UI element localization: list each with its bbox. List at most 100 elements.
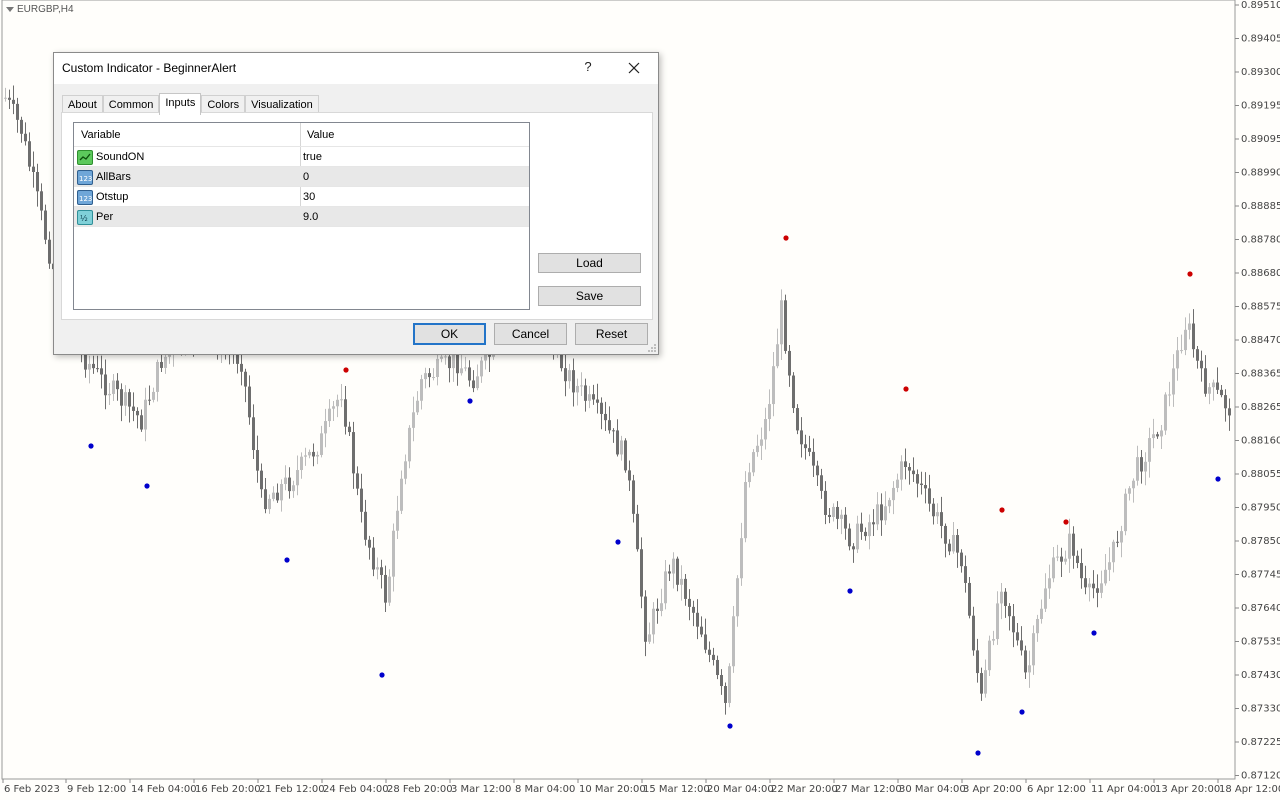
candle-body (804, 444, 807, 449)
candle-body (128, 392, 131, 407)
candle-body (636, 513, 639, 550)
candle-body (768, 404, 771, 420)
candle-body (928, 488, 931, 504)
help-button[interactable]: ? (582, 59, 594, 74)
input-row-otstup[interactable]: 123 Otstup 30 (74, 186, 529, 207)
price-label: 0.88265 (1241, 402, 1280, 413)
variable-value[interactable]: true (303, 151, 322, 163)
candle-body (836, 506, 839, 519)
candle-body (44, 210, 47, 240)
date-label: 20 Mar 04:00 (707, 784, 774, 795)
header-value[interactable]: Value (307, 129, 334, 141)
candle-body (980, 673, 983, 694)
candle-body (244, 371, 247, 387)
date-label: 10 Mar 20:00 (579, 784, 646, 795)
variable-value[interactable]: 9.0 (303, 211, 318, 223)
candle-body (396, 510, 399, 531)
candle-body (672, 558, 675, 574)
candle-body (384, 574, 387, 603)
candle-body (852, 546, 855, 550)
inputs-grid[interactable]: Variable Value SoundON true 123 AllBars … (73, 122, 530, 310)
candle-body (1200, 360, 1203, 369)
save-button[interactable]: Save (538, 286, 641, 306)
reset-button[interactable]: Reset (575, 323, 648, 345)
svg-text:½: ½ (80, 214, 88, 223)
close-button[interactable] (622, 57, 646, 79)
price-label: 0.89510 (1241, 0, 1280, 11)
candle-body (1040, 608, 1043, 619)
candle-body (132, 406, 135, 411)
candle-body (576, 385, 579, 393)
candle-body (968, 582, 971, 616)
candle-body (1160, 430, 1163, 437)
candle-body (988, 640, 991, 671)
candle-body (20, 119, 23, 134)
date-label: 11 Apr 04:00 (1091, 784, 1156, 795)
integer-icon: 123 (77, 170, 93, 185)
candle-body (1004, 591, 1007, 606)
price-label: 0.87330 (1241, 704, 1280, 715)
candle-body (1112, 541, 1115, 563)
variable-value[interactable]: 0 (303, 171, 309, 183)
date-label: 6 Apr 12:00 (1027, 784, 1086, 795)
candle-body (656, 608, 659, 612)
candle-body (1212, 382, 1215, 388)
candle-body (12, 99, 15, 104)
candle-body (400, 478, 403, 511)
chart-symbol-label[interactable]: EURGBP,H4 (6, 4, 74, 15)
buy-alert-dot (615, 539, 621, 545)
buy-alert-dot (1019, 709, 1025, 715)
candle-body (376, 567, 379, 570)
candle-body (104, 374, 107, 396)
candle-body (440, 356, 443, 359)
candle-body (372, 547, 375, 570)
dialog-titlebar[interactable]: Custom Indicator - BeginnerAlert ? (54, 53, 658, 84)
candle-body (144, 399, 147, 430)
candle-body (356, 473, 359, 489)
date-label: 6 Feb 2023 (4, 784, 60, 795)
candle-body (28, 141, 31, 167)
candle-body (792, 375, 795, 409)
candle-body (772, 366, 775, 405)
candle-body (1176, 350, 1179, 369)
price-label: 0.87430 (1241, 670, 1280, 681)
input-row-allbars[interactable]: 123 AllBars 0 (74, 166, 529, 187)
candle-body (720, 675, 723, 687)
inputs-panel: Variable Value SoundON true 123 AllBars … (61, 112, 653, 320)
candle-body (1032, 633, 1035, 666)
input-row-soundon[interactable]: SoundON true (74, 146, 529, 167)
input-row-per[interactable]: ½ Per 9.0 (74, 206, 529, 227)
cancel-button[interactable]: Cancel (494, 323, 567, 345)
candle-body (840, 514, 843, 519)
price-label: 0.88780 (1241, 235, 1280, 246)
candle-body (388, 576, 391, 603)
tab-strip: About Common Inputs Colors Visualization (62, 93, 319, 115)
ok-button[interactable]: OK (413, 323, 486, 345)
candle-body (628, 470, 631, 481)
date-label: 8 Mar 04:00 (515, 784, 575, 795)
candle-body (1136, 457, 1139, 481)
candle-body (448, 356, 451, 369)
resize-grip-icon[interactable] (648, 344, 656, 352)
symbol-text: EURGBP,H4 (17, 4, 74, 15)
sell-alert-dot (999, 507, 1005, 513)
candle-body (608, 420, 611, 431)
candle-body (1076, 555, 1079, 564)
tab-inputs[interactable]: Inputs (159, 93, 202, 115)
load-button[interactable]: Load (538, 253, 641, 273)
candle-body (756, 445, 759, 453)
candle-body (264, 489, 267, 510)
candle-body (812, 451, 815, 466)
variable-value[interactable]: 30 (303, 191, 315, 203)
price-label: 0.88680 (1241, 268, 1280, 279)
candle-body (948, 543, 951, 552)
candle-body (392, 530, 395, 577)
candle-body (612, 430, 615, 432)
candle-body (1144, 461, 1147, 472)
header-variable[interactable]: Variable (81, 129, 121, 141)
candle-body (92, 363, 95, 369)
candle-body (316, 454, 319, 457)
candle-body (748, 472, 751, 483)
candle-body (1048, 578, 1051, 589)
candle-body (764, 419, 767, 440)
